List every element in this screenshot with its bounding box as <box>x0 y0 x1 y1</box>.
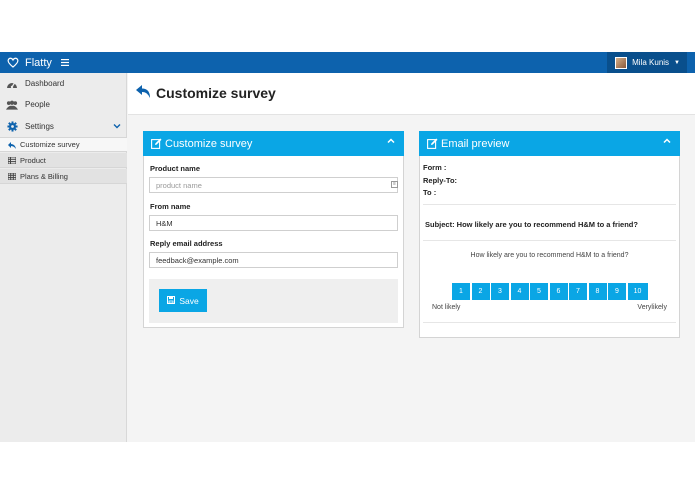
email-preview-panel: Email preview Form : Reply-To: To : Subj… <box>419 131 680 338</box>
rating-option-10[interactable]: 10 <box>627 283 648 300</box>
preview-form-label: Form : <box>423 163 447 172</box>
divider <box>423 204 676 205</box>
chevron-up-icon[interactable] <box>663 137 671 146</box>
preview-to-label: To : <box>423 188 437 197</box>
from-name-label: From name <box>150 202 191 211</box>
sidebar-subitem-plans-billing[interactable]: Plans & Billing <box>0 169 127 184</box>
reply-email-label: Reply email address <box>150 239 223 248</box>
list-icon <box>7 156 16 165</box>
preview-reply-to-label: Reply-To: <box>423 176 458 185</box>
sidebar-subitem-label: Product <box>20 155 46 165</box>
page-title-text: Customize survey <box>156 85 276 101</box>
table-icon <box>7 172 16 181</box>
customize-survey-panel-header: Customize survey <box>143 131 404 156</box>
preview-subject: Subject: How likely are you to recommend… <box>425 220 638 229</box>
sidebar-subitem-label: Plans & Billing <box>20 171 68 181</box>
panel-title: Customize survey <box>165 137 253 150</box>
rating-option-5[interactable]: 5 <box>530 283 548 300</box>
app-name: Flatty <box>25 56 52 69</box>
rating-option-8[interactable]: 8 <box>588 283 607 300</box>
dashboard-icon <box>6 78 18 89</box>
people-icon <box>6 99 18 110</box>
avatar <box>615 56 628 69</box>
form-actions: Save <box>149 279 398 323</box>
sidebar-item-label: Settings <box>25 122 54 131</box>
sidebar-subitem-customize-survey[interactable]: Customize survey <box>0 137 127 152</box>
save-button-label: Save <box>179 295 199 306</box>
heart-icon <box>7 57 19 68</box>
page-header: Customize survey <box>128 73 695 115</box>
rating-option-3[interactable]: 3 <box>491 283 509 300</box>
divider <box>423 322 676 323</box>
rating-scale: 1 2 3 4 5 6 7 8 9 10 <box>452 283 648 300</box>
sidebar-item-settings[interactable]: Settings <box>0 116 127 137</box>
sidebar-item-people[interactable]: People <box>0 94 127 115</box>
sidebar-subitem-product[interactable]: Product <box>0 153 127 168</box>
chevron-down-icon <box>113 122 121 131</box>
caret-down-icon: ▼ <box>674 59 680 66</box>
sidebar-subitem-label: Customize survey <box>20 140 80 149</box>
save-button[interactable]: Save <box>159 289 207 312</box>
chevron-up-icon[interactable] <box>387 137 395 146</box>
page-title: Customize survey <box>136 85 276 101</box>
email-preview-panel-header: Email preview <box>419 131 680 156</box>
reply-email-input[interactable] <box>149 252 398 268</box>
divider <box>423 240 676 241</box>
panel-title: Email preview <box>441 137 510 150</box>
gear-icon <box>6 121 18 132</box>
customize-survey-panel: Customize survey Product name ≡ From nam… <box>143 131 404 328</box>
rating-option-2[interactable]: 2 <box>471 283 490 300</box>
save-icon <box>167 295 176 306</box>
rating-option-9[interactable]: 9 <box>608 283 626 300</box>
rating-option-7[interactable]: 7 <box>569 283 587 300</box>
main-content: Customize survey Customize survey Produc… <box>128 73 695 442</box>
from-name-input[interactable] <box>149 215 398 231</box>
user-name: Mila Kunis <box>632 58 670 67</box>
reply-icon <box>7 141 16 150</box>
list-icon: ≡ <box>391 181 398 188</box>
reply-icon <box>136 85 151 101</box>
sidebar: Dashboard People Settings Customize surv… <box>0 73 127 442</box>
rating-option-6[interactable]: 6 <box>549 283 568 300</box>
scale-low-label: Not likely <box>432 304 461 311</box>
menu-toggle-icon[interactable] <box>61 55 71 70</box>
sidebar-item-label: People <box>25 100 50 109</box>
edit-icon <box>427 138 438 149</box>
sidebar-item-label: Dashboard <box>25 79 65 88</box>
rating-option-1[interactable]: 1 <box>452 283 470 300</box>
user-menu[interactable]: Mila Kunis ▼ <box>607 52 687 73</box>
top-navbar: Flatty Mila Kunis ▼ <box>0 52 695 73</box>
rating-option-4[interactable]: 4 <box>510 283 529 300</box>
product-name-input[interactable] <box>149 177 398 193</box>
product-name-label: Product name <box>150 164 201 173</box>
sidebar-item-dashboard[interactable]: Dashboard <box>0 73 127 94</box>
edit-icon <box>151 138 162 149</box>
scale-high-label: Verylikely <box>637 304 667 311</box>
app-window: Flatty Mila Kunis ▼ Dashboard People Set… <box>0 52 695 442</box>
brand-logo[interactable]: Flatty <box>7 55 52 70</box>
preview-question: How likely are you to recommend H&M to a… <box>470 252 629 259</box>
